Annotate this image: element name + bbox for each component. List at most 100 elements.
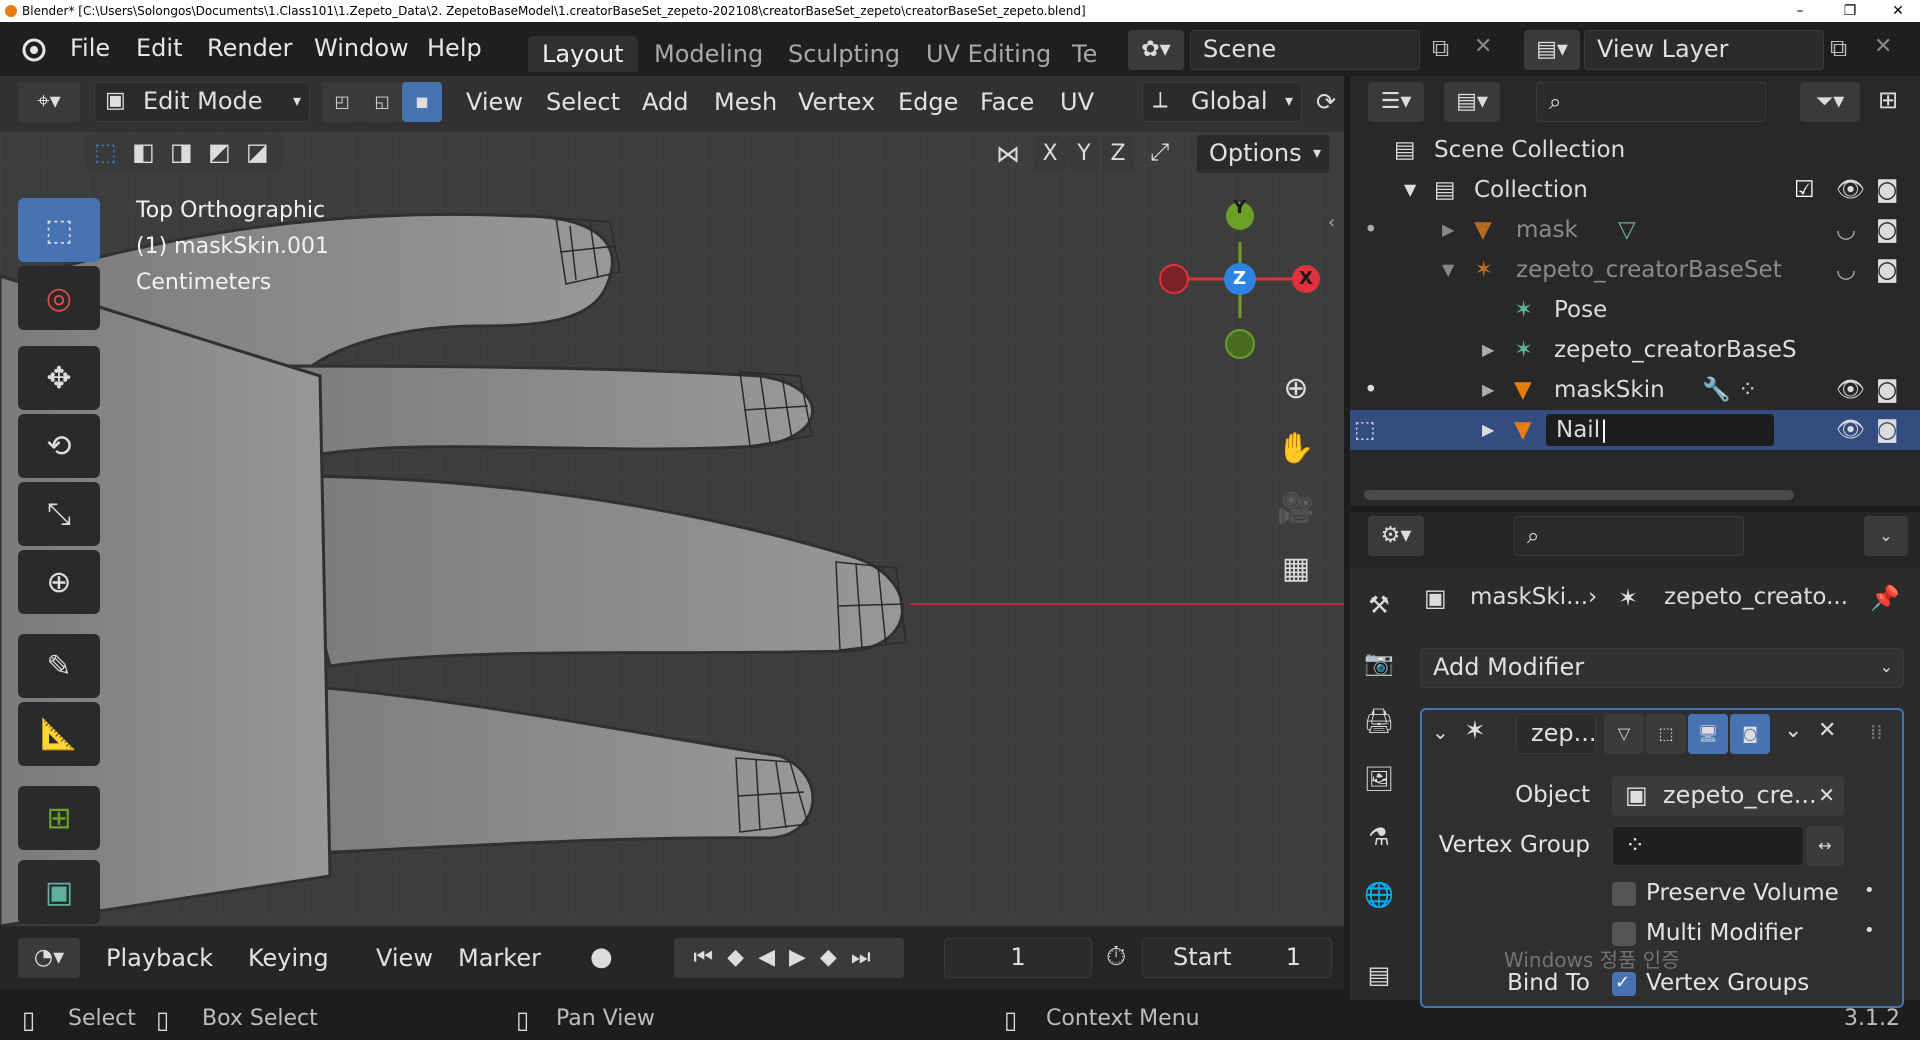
camera-render-icon[interactable]: ◙: [1876, 410, 1898, 450]
zoom-button[interactable]: ⊕: [1272, 364, 1320, 412]
expand-arrow-icon[interactable]: ▶: [1442, 210, 1454, 250]
outliner-editor-type-button[interactable]: ☰▾: [1368, 82, 1424, 122]
camera-render-icon[interactable]: ◙: [1876, 170, 1898, 210]
vertex-groups-checkbox[interactable]: ✓: [1612, 972, 1636, 996]
outliner-row-armature-data[interactable]: ▶ ✶ zepeto_creatorBaseS: [1350, 330, 1920, 370]
select-subtract-icon[interactable]: ◨: [170, 138, 193, 166]
tab-render[interactable]: 📷: [1356, 640, 1402, 686]
tool-rotate[interactable]: ⟲: [18, 414, 100, 478]
outliner-row-maskskin[interactable]: • ▶ ▼ maskSkin 🔧 ⁘ 👁 ◙: [1350, 370, 1920, 410]
tab-uv-editing[interactable]: UV Editing: [912, 36, 1065, 72]
camera-render-icon[interactable]: ◙: [1876, 250, 1898, 290]
start-frame-field[interactable]: Start 1: [1142, 938, 1332, 978]
new-view-layer-icon[interactable]: ⧉: [1830, 34, 1847, 62]
new-collection-icon[interactable]: ⊞: [1878, 86, 1898, 114]
mirror-icon[interactable]: ⋈: [996, 140, 1020, 168]
clear-object-icon[interactable]: ✕: [1818, 777, 1835, 813]
timeline-editor-type-button[interactable]: ◔▾: [18, 938, 80, 978]
stopwatch-icon[interactable]: ⏱: [1106, 942, 1126, 973]
viewport-menu-mesh[interactable]: Mesh: [714, 88, 777, 116]
keyframe-dot-icon[interactable]: •: [1864, 880, 1875, 901]
sidebar-toggle-icon[interactable]: ‹: [1328, 212, 1335, 233]
tab-world[interactable]: 🌐: [1356, 872, 1402, 918]
object-field[interactable]: ▣ zepeto_cre... ✕: [1612, 776, 1844, 816]
tab-texture-paint[interactable]: Te: [1058, 36, 1111, 72]
viewport-display-toggle[interactable]: 🖥: [1688, 714, 1728, 754]
edit-mode-display-toggle[interactable]: ▽: [1604, 714, 1644, 754]
outliner-row-mask[interactable]: • ▶ ▼ mask ▽ ◡ ◙: [1350, 210, 1920, 250]
face-select-mode-button[interactable]: ◼: [402, 82, 442, 122]
drag-handle-icon[interactable]: ⁞⁞: [1870, 720, 1883, 744]
menu-window[interactable]: Window: [314, 34, 409, 62]
blender-menu-icon[interactable]: [16, 34, 52, 64]
invert-vertex-group-toggle[interactable]: ↔: [1806, 826, 1844, 866]
tab-output[interactable]: 🖨: [1356, 698, 1402, 744]
mode-dropdown[interactable]: ▣ Edit Mode ▾: [94, 82, 310, 122]
outliner-row-zepeto-creatorbaseset[interactable]: ▼ ✶ zepeto_creatorBaseSet ◡ ◙: [1350, 250, 1920, 290]
properties-search-input[interactable]: ⌕: [1514, 516, 1744, 556]
camera-render-icon[interactable]: ◙: [1876, 370, 1898, 410]
expand-arrow-icon[interactable]: ▼: [1442, 250, 1454, 290]
ortho-toggle-button[interactable]: ▦: [1272, 544, 1320, 592]
select-new-icon[interactable]: ⬚: [94, 138, 117, 166]
render-display-toggle[interactable]: ◙: [1730, 714, 1770, 754]
expand-arrow-icon[interactable]: ▶: [1482, 370, 1494, 410]
outliner-row-collection[interactable]: ▼ ▤ Collection ☑ 👁 ◙: [1350, 170, 1920, 210]
timeline-menu-keying[interactable]: Keying: [248, 944, 329, 972]
outliner-horizontal-scrollbar[interactable]: [1364, 490, 1794, 500]
outliner-row-pose[interactable]: ✶ Pose: [1350, 290, 1920, 330]
tool-transform[interactable]: ⊕: [18, 550, 100, 614]
viewport-menu-add[interactable]: Add: [642, 88, 688, 116]
tool-annotate[interactable]: ✎: [18, 634, 100, 698]
collapse-chevron-icon[interactable]: ⌄: [1432, 720, 1449, 744]
select-extend-icon[interactable]: ◧: [132, 138, 155, 166]
outliner-row-nail-selected[interactable]: ⬚ ▶ ▼ Nail| 👁 ◙: [1350, 410, 1920, 450]
rename-input[interactable]: Nail|: [1546, 414, 1774, 446]
outliner-row-scene-collection[interactable]: ▤ Scene Collection: [1350, 130, 1920, 170]
eye-icon[interactable]: 👁: [1836, 370, 1865, 410]
pan-button[interactable]: ✋: [1272, 424, 1320, 472]
menu-file[interactable]: File: [70, 34, 110, 62]
editor-type-button[interactable]: ⌖▾: [18, 82, 80, 122]
select-invert-icon[interactable]: ◩: [208, 138, 231, 166]
checkbox-icon[interactable]: ☑: [1794, 170, 1815, 210]
expand-arrow-icon[interactable]: ▶: [1482, 410, 1494, 450]
outliner-search-input[interactable]: ⌕: [1536, 82, 1766, 122]
maximize-icon[interactable]: ❐: [1830, 0, 1870, 22]
view-layer-browse-button[interactable]: ▤▾: [1524, 30, 1580, 70]
tool-select-box[interactable]: ⬚: [18, 198, 100, 262]
close-window-icon[interactable]: ✕: [1878, 0, 1918, 22]
tab-sculpting[interactable]: Sculpting: [774, 36, 914, 72]
current-frame-field[interactable]: 1: [944, 938, 1092, 978]
timeline-menu-playback[interactable]: Playback: [106, 944, 213, 972]
camera-view-button[interactable]: 🎥: [1272, 484, 1320, 532]
snap-icon[interactable]: ⤢: [1150, 138, 1169, 166]
record-icon[interactable]: ●: [590, 942, 613, 972]
on-cage-toggle[interactable]: ⬚: [1646, 714, 1686, 754]
camera-render-icon[interactable]: ◙: [1876, 210, 1898, 250]
viewport-menu-vertex[interactable]: Vertex: [798, 88, 875, 116]
timeline-menu-marker[interactable]: Marker: [458, 944, 541, 972]
tab-scene[interactable]: ⚗: [1356, 814, 1402, 860]
pivot-icon[interactable]: ⟳: [1316, 88, 1336, 116]
timeline-menu-view[interactable]: View: [376, 944, 433, 972]
eye-icon[interactable]: 👁: [1836, 170, 1865, 210]
edge-select-mode-button[interactable]: ◱: [362, 82, 402, 122]
viewport-menu-uv[interactable]: UV: [1060, 88, 1094, 116]
tool-move[interactable]: ✥: [18, 346, 100, 410]
scene-browse-button[interactable]: ✿▾: [1128, 30, 1184, 70]
menu-edit[interactable]: Edit: [136, 34, 182, 62]
menu-render[interactable]: Render: [207, 34, 292, 62]
tool-measure[interactable]: 📐: [18, 702, 100, 766]
vertex-group-field[interactable]: ⁘: [1612, 826, 1804, 866]
viewport-menu-view[interactable]: View: [466, 88, 523, 116]
expand-arrow-icon[interactable]: ▼: [1404, 170, 1416, 210]
vertex-select-mode-button[interactable]: ◰: [322, 82, 362, 122]
delete-scene-icon[interactable]: ✕: [1474, 34, 1492, 59]
tab-modeling[interactable]: Modeling: [640, 36, 777, 72]
select-intersect-icon[interactable]: ◪: [246, 138, 269, 166]
tool-extrude[interactable]: ▣: [18, 860, 100, 924]
viewport-menu-face[interactable]: Face: [980, 88, 1034, 116]
new-scene-icon[interactable]: ⧉: [1432, 34, 1449, 62]
tool-scale[interactable]: ⤡: [18, 482, 100, 546]
